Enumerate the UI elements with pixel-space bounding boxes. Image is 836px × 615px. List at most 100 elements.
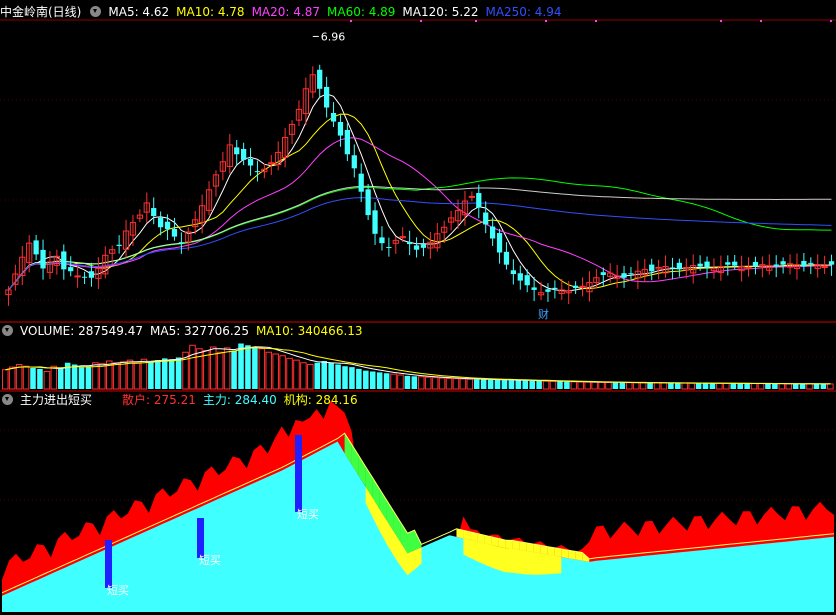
volume-bar xyxy=(85,366,92,389)
candle-body xyxy=(669,267,676,269)
candle-body xyxy=(358,173,364,192)
marker-dot xyxy=(595,20,597,22)
ma250-label: MA250: 4.94 xyxy=(485,5,562,19)
candle-body xyxy=(496,233,503,253)
volume-bar xyxy=(245,345,251,389)
candle-body xyxy=(517,273,523,281)
volume-bar xyxy=(675,383,681,389)
candle-body xyxy=(752,261,759,267)
candle-body xyxy=(489,226,496,239)
candle-body xyxy=(808,262,814,264)
candle-body xyxy=(164,221,171,230)
volume-bar xyxy=(820,383,827,389)
candle-body xyxy=(365,189,371,216)
candle-body xyxy=(545,289,551,292)
candle-body xyxy=(413,245,420,250)
volume-bar xyxy=(369,371,376,389)
volume-bar xyxy=(480,379,487,389)
candle-body xyxy=(68,267,74,272)
volume-bar xyxy=(321,361,327,389)
volume-bar xyxy=(737,383,743,389)
marker-dot xyxy=(720,20,722,22)
ma5-label: MA5: 4.62 xyxy=(108,5,170,19)
volume-bar xyxy=(647,382,653,389)
institution-label: 机构: 284.16 xyxy=(283,393,358,407)
volume-bar xyxy=(501,380,508,389)
volume-bar xyxy=(335,364,341,389)
candle-body xyxy=(649,264,655,272)
chart-canvas: 短买短买短买 6.96财 xyxy=(0,0,836,615)
volume-bar xyxy=(71,364,78,389)
indicator-toggle-icon[interactable] xyxy=(2,394,13,405)
candle-body xyxy=(600,272,606,275)
settings-toggle-icon[interactable] xyxy=(90,6,102,17)
candle-body xyxy=(337,122,344,136)
volume-bar xyxy=(376,372,383,389)
finance-event-label: 财 xyxy=(538,307,549,321)
volume-bar xyxy=(744,383,750,389)
candle-body xyxy=(725,262,731,265)
candle-body xyxy=(386,246,392,248)
volume-bar xyxy=(404,375,411,389)
volume-bar xyxy=(792,383,799,389)
volume-bar xyxy=(155,360,161,389)
candle-body xyxy=(732,261,738,266)
candle-body xyxy=(531,287,537,290)
marker-dot xyxy=(830,20,832,22)
buy-signal-bar xyxy=(197,518,204,558)
volume-bar xyxy=(78,367,85,389)
candle-body xyxy=(552,287,558,289)
candle-body xyxy=(61,251,67,270)
candle-body xyxy=(801,260,807,267)
volume-bar xyxy=(494,379,501,389)
volume-bar xyxy=(695,383,702,389)
volume-toggle-icon[interactable] xyxy=(2,325,13,336)
volume-bar xyxy=(473,379,480,389)
ma20-label: MA20: 4.87 xyxy=(251,5,320,19)
volume-bar xyxy=(342,366,348,389)
volume-bar xyxy=(799,383,806,389)
volume-ma5-label: MA5: 327706.25 xyxy=(150,324,249,338)
candle-body xyxy=(745,266,752,269)
candle-body xyxy=(676,262,683,270)
candle-body xyxy=(621,273,627,278)
volume-bar xyxy=(515,380,522,389)
volume-bar xyxy=(772,383,778,389)
buy-signal-label: 短买 xyxy=(199,553,221,567)
candle-body xyxy=(372,210,378,234)
volume-bar xyxy=(328,362,334,389)
volume-bar xyxy=(411,376,418,389)
candle-body xyxy=(234,147,240,155)
indicator-header: 主力进出短买 散户: 275.21 主力: 284.40 机构: 284.16 xyxy=(0,391,365,409)
candle-body xyxy=(178,242,185,244)
volume-bar xyxy=(730,383,737,389)
marker-dot xyxy=(760,20,762,22)
volume-bar xyxy=(231,350,237,389)
buy-signal-label: 短买 xyxy=(297,507,319,521)
candle-body xyxy=(704,261,710,268)
volume-bar xyxy=(30,368,36,389)
buy-signal-bar xyxy=(105,540,112,588)
ma10-label: MA10: 4.78 xyxy=(176,5,245,19)
candle-body xyxy=(344,129,351,155)
candle-body xyxy=(254,171,261,173)
candle-body xyxy=(351,155,357,169)
volume-bar xyxy=(252,347,258,389)
volume-bar xyxy=(564,381,570,389)
retail-label: 散户: 275.21 xyxy=(122,393,196,407)
volume-bar xyxy=(813,383,820,389)
candle-body xyxy=(157,217,164,228)
candle-body xyxy=(503,251,510,265)
candle-body xyxy=(151,208,157,217)
candle-body xyxy=(821,266,828,269)
ma60-label: MA60: 4.89 xyxy=(327,5,396,19)
candle-body xyxy=(40,249,46,269)
volume-bar xyxy=(161,358,168,389)
candle-body xyxy=(33,240,39,255)
volume-bar xyxy=(765,383,771,389)
candle-body xyxy=(524,275,530,286)
volume-bar xyxy=(314,362,321,389)
volume-bar xyxy=(57,368,64,389)
volume-bar xyxy=(363,370,369,389)
ma120-label: MA120: 5.22 xyxy=(402,5,479,19)
